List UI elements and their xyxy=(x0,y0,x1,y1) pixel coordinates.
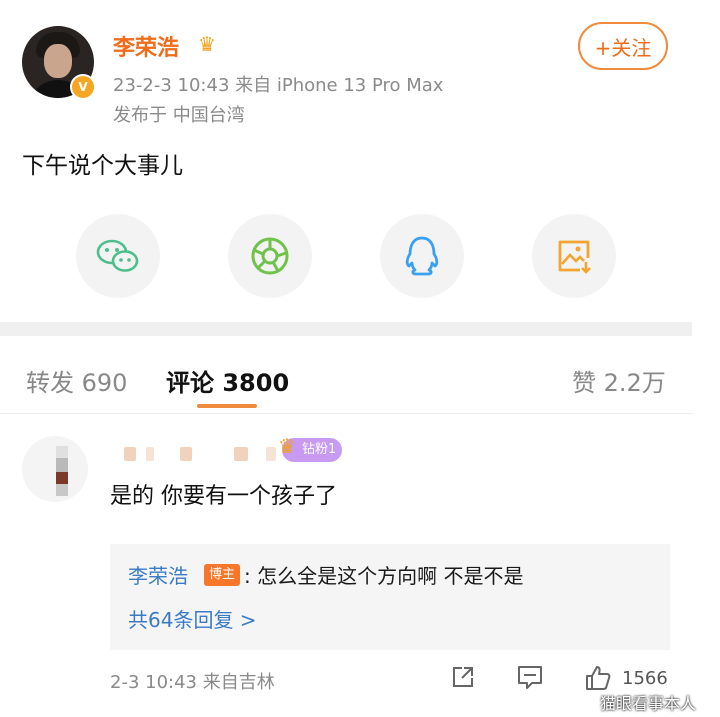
moments-icon xyxy=(251,237,289,275)
commenter-name-blurred[interactable] xyxy=(124,447,136,461)
post-location: 发布于 中国台湾 xyxy=(113,105,245,126)
author-name[interactable]: 李荣浩 xyxy=(113,30,179,62)
commenter-name-blurred xyxy=(180,447,192,461)
verified-badge: V xyxy=(70,74,96,100)
more-replies-link[interactable]: 共64条回复 > xyxy=(128,604,257,633)
commenter-name-blurred xyxy=(146,447,154,461)
fan-badge: ♛ 钻粉1 xyxy=(278,434,343,462)
share-qq-button[interactable] xyxy=(380,214,464,298)
watermark: 猫眼看事本人 xyxy=(600,694,697,713)
wechat-icon xyxy=(96,239,139,272)
tab-repost[interactable]: 转发 690 xyxy=(26,363,127,398)
share-icon xyxy=(453,667,473,687)
tab-comment[interactable]: 评论 3800 xyxy=(166,363,289,398)
section-divider xyxy=(0,322,692,336)
post-meta: 23-2-3 10:43 来自 iPhone 13 Pro Max xyxy=(113,75,444,96)
share-comment-button[interactable] xyxy=(450,664,476,694)
post-content: 下午说个大事儿 xyxy=(22,153,183,179)
tab-divider xyxy=(0,413,692,414)
commenter-name-blurred xyxy=(234,447,248,461)
blogger-badge: 博主 xyxy=(204,564,241,586)
thumbs-up-icon xyxy=(586,666,611,690)
follow-button[interactable]: +关注 xyxy=(578,22,668,70)
like-count: 1566 xyxy=(622,668,668,689)
crown-icon: ♛ xyxy=(198,32,216,56)
comment-text: 是的 你要有一个孩子了 xyxy=(110,484,337,509)
reply-author[interactable]: 李荣浩 xyxy=(128,560,188,589)
comment-icon xyxy=(518,666,542,689)
commenter-avatar[interactable] xyxy=(22,436,88,502)
share-wechat-button[interactable] xyxy=(76,214,160,298)
comment-meta: 2-3 10:43 来自吉林 xyxy=(110,672,275,693)
reply-text: : 怎么全是这个方向啊 不是不是 xyxy=(244,564,524,588)
reply-comment-button[interactable] xyxy=(516,664,544,694)
diamond-fan-icon: ♛ xyxy=(278,434,296,458)
tab-like[interactable]: 赞 2.2万 xyxy=(572,363,666,398)
share-moments-button[interactable] xyxy=(228,214,312,298)
commenter-name-blurred xyxy=(266,447,276,461)
active-tab-indicator xyxy=(197,404,257,408)
save-image-button[interactable] xyxy=(532,214,616,298)
fan-badge-label: 钻粉1 xyxy=(302,442,337,457)
qq-icon xyxy=(405,236,439,276)
save-image-icon xyxy=(558,240,591,274)
